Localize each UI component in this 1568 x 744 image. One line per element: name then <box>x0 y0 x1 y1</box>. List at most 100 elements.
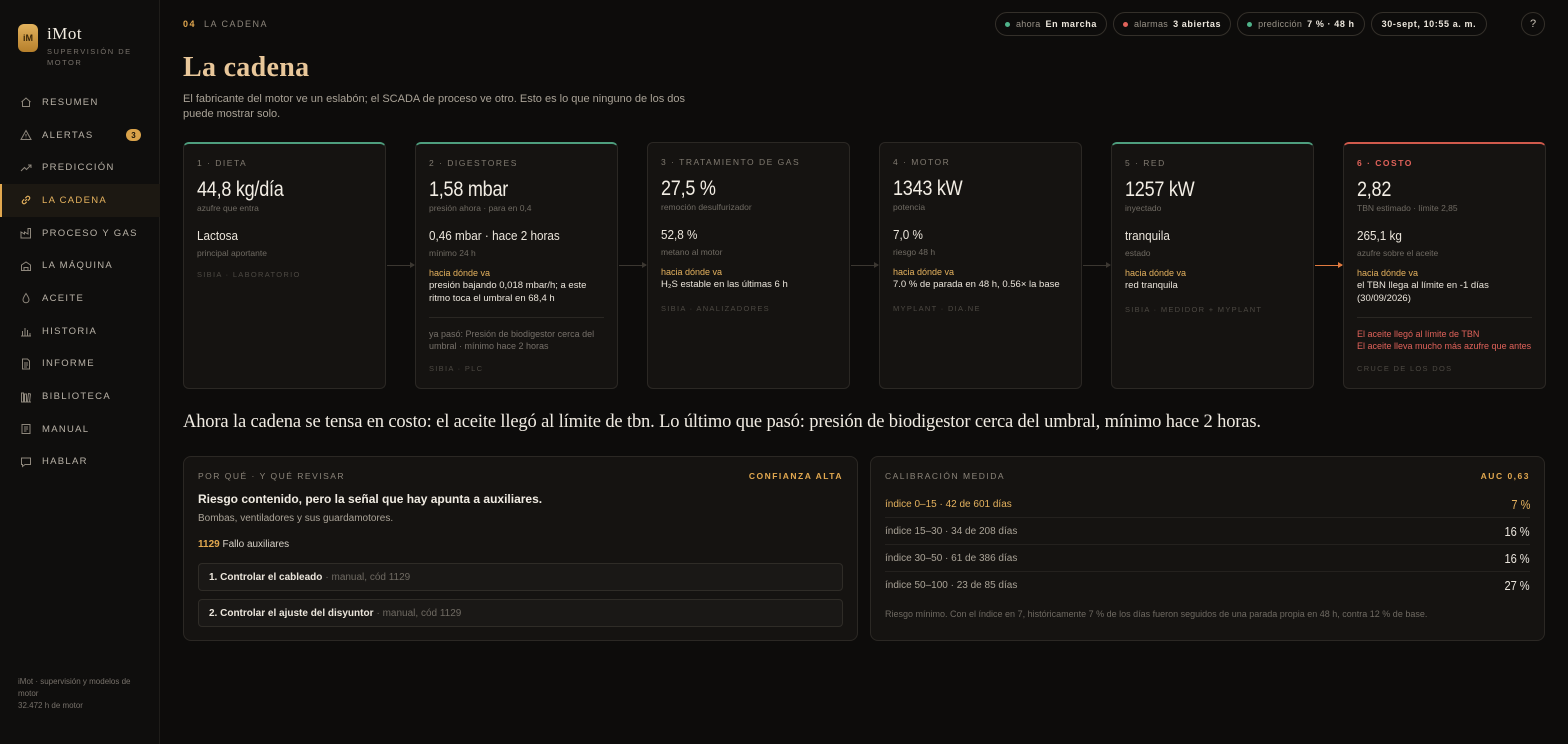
stage-value: 27,5 % <box>661 177 716 200</box>
stage-trend: presión bajando 0,018 mbar/h; a este rit… <box>429 280 587 304</box>
sidebar-item-label: PREDICCIÓN <box>42 162 115 174</box>
sidebar-item-la-cadena[interactable]: LA CADENA <box>0 184 160 217</box>
stage-card-costo[interactable]: 6 · COSTO 2,82 TBN estimado · límite 2,8… <box>1343 142 1546 389</box>
stage-value-caption: presión ahora · para en 0,4 <box>429 203 532 213</box>
stage-trend-label: hacia dónde va <box>1125 268 1187 278</box>
why-title: Riesgo contenido, pero la señal que hay … <box>198 492 543 506</box>
stage-trend: H₂S estable en las últimas 6 h <box>661 279 788 290</box>
calibration-row: índice 15–30 · 34 de 208 días 16 % <box>885 518 1530 545</box>
sidebar-item-informe[interactable]: INFORME <box>0 348 160 381</box>
stage-secondary: 52,8 % <box>661 227 698 242</box>
stage-trend-label: hacia dónde va <box>429 268 491 278</box>
status-prediction-pill[interactable]: predicción 7 % · 48 h <box>1237 12 1365 36</box>
stage-secondary: 7,0 % <box>893 227 923 242</box>
stage-card-digestores[interactable]: 2 · DIGESTORES 1,58 mbar presión ahora ·… <box>415 142 618 389</box>
stage-alert: El aceite lleva mucho más azufre que ant… <box>1357 341 1532 351</box>
breadcrumb-label: LA CADENA <box>204 19 269 29</box>
sidebar-item-proceso-y-gas[interactable]: PROCESO Y GAS <box>0 217 160 250</box>
stage-trend-label: hacia dónde va <box>661 267 723 277</box>
sidebar-item-prediccion[interactable]: PREDICCIÓN <box>0 151 160 184</box>
stage-secondary-caption: principal aportante <box>197 248 267 258</box>
sidebar-item-historia[interactable]: HISTORIA <box>0 315 160 348</box>
alert-icon <box>20 129 32 141</box>
stage-secondary: 265,1 kg <box>1357 228 1402 243</box>
sidebar-item-biblioteca[interactable]: BIBLIOTECA <box>0 380 160 413</box>
fault-code-number: 1129 <box>198 539 220 550</box>
alerts-count-badge: 3 <box>126 129 141 142</box>
link-icon <box>20 194 32 206</box>
drop-icon <box>20 292 32 304</box>
stage-secondary-caption: estado <box>1125 248 1151 258</box>
status-prediction-value: 7 % · 48 h <box>1307 19 1355 29</box>
stage-secondary: Lactosa <box>197 228 238 243</box>
stage-label: 1 · DIETA <box>197 158 248 168</box>
status-dot <box>1005 21 1010 27</box>
calibration-row-label: índice 0–15 · 42 de 601 días <box>885 498 1012 510</box>
sidebar-item-aceite[interactable]: ACEITE <box>0 282 160 315</box>
stage-trend: el TBN llega al límite en -1 días (30/09… <box>1357 280 1489 304</box>
sidebar-item-alertas[interactable]: ALERTAS 3 <box>0 119 160 152</box>
stage-label: 3 · TRATAMIENTO DE GAS <box>661 157 801 167</box>
check-item-disyuntor[interactable]: 2. Controlar el ajuste del disyuntor · m… <box>198 599 843 627</box>
logo-badge: iM <box>18 24 38 52</box>
sidebar-item-manual[interactable]: MANUAL <box>0 413 160 446</box>
stage-value: 2,82 <box>1357 178 1392 201</box>
stage-trend: red tranquila <box>1125 280 1178 291</box>
calibration-row: índice 50–100 · 23 de 85 días 27 % <box>885 572 1530 599</box>
breadcrumb: 04 LA CADENA <box>183 19 268 29</box>
stage-card-red[interactable]: 5 · RED 1257 kW inyectado tranquila esta… <box>1111 142 1314 389</box>
sidebar-item-hablar[interactable]: HABLAR <box>0 446 160 479</box>
stage-secondary-caption: riesgo 48 h <box>893 247 936 257</box>
stage-source: SIBIA · ANALIZADORES <box>661 303 770 313</box>
sidebar-item-label: ACEITE <box>42 292 85 304</box>
stage-label: 4 · MOTOR <box>893 157 951 167</box>
page-description: El fabricante del motor ve un eslabón; e… <box>183 93 686 120</box>
calibration-row-label: índice 30–50 · 61 de 386 días <box>885 552 1018 564</box>
stage-value: 1257 kW <box>1125 178 1195 201</box>
sidebar-footer: iMot · supervisión y modelos de motor 32… <box>18 676 143 712</box>
manual-icon <box>20 423 32 435</box>
stage-source: MYPLANT · DIA.NE <box>893 303 981 313</box>
auc-badge: AUC 0,63 <box>1480 471 1530 481</box>
stage-secondary-caption: mínimo 24 h <box>429 248 476 258</box>
fault-code-label: Fallo auxiliares <box>222 539 290 550</box>
stage-card-motor[interactable]: 4 · MOTOR 1343 kW potencia 7,0 % riesgo … <box>879 142 1082 389</box>
chat-icon <box>20 456 32 468</box>
stage-card-dieta[interactable]: 1 · DIETA 44,8 kg/día azufre que entra L… <box>183 142 386 389</box>
sidebar-item-la-maquina[interactable]: LA MÁQUINA <box>0 249 160 282</box>
stage-value: 44,8 kg/día <box>197 178 284 201</box>
trend-icon <box>20 162 32 174</box>
date-pill[interactable]: 30-sept, 10:55 a. m. <box>1370 12 1488 36</box>
sidebar-item-resumen[interactable]: RESUMEN <box>0 86 160 119</box>
chain-connector <box>851 262 879 268</box>
status-now-pill[interactable]: ahora En marcha <box>995 12 1107 36</box>
sidebar-item-label: RESUMEN <box>42 96 99 108</box>
logo[interactable]: iM iMot SUPERVISIÓN DE MOTOR <box>18 24 139 68</box>
page-title: La cadena <box>183 52 310 83</box>
stage-value-caption: TBN estimado · límite 2,85 <box>1357 203 1458 213</box>
check-item-cableado[interactable]: 1. Controlar el cableado · manual, cód 1… <box>198 563 843 591</box>
calibration-row-label: índice 15–30 · 34 de 208 días <box>885 525 1018 537</box>
sidebar-item-label: HABLAR <box>42 456 88 468</box>
status-alarms-value: 3 abiertas <box>1173 19 1222 29</box>
divider <box>429 317 604 318</box>
sidebar-item-label: LA MÁQUINA <box>42 260 114 272</box>
chain-connector <box>1083 262 1111 268</box>
status-now-value: En marcha <box>1045 19 1097 29</box>
status-now-label: ahora <box>1016 19 1041 29</box>
fault-code: 1129 Fallo auxiliares <box>198 539 289 550</box>
calibration-panel-header: CALIBRACIÓN MEDIDA AUC 0,63 <box>885 471 1530 481</box>
status-alarms-pill[interactable]: alarmas 3 abiertas <box>1112 12 1232 36</box>
home-icon <box>20 96 32 108</box>
stage-card-tratamiento-de-gas[interactable]: 3 · TRATAMIENTO DE GAS 27,5 % remoción d… <box>647 142 850 389</box>
help-button[interactable]: ? <box>1521 12 1545 36</box>
stage-secondary: tranquila <box>1125 228 1170 243</box>
app-subtitle: SUPERVISIÓN DE MOTOR <box>47 47 132 67</box>
sidebar-item-label: BIBLIOTECA <box>42 391 111 403</box>
stage-secondary-caption: metano al motor <box>661 247 723 257</box>
footer-line-1: iMot · supervisión y modelos de motor <box>18 677 131 698</box>
calibration-row-pct: 16 % <box>1504 550 1530 566</box>
stage-source: SIBIA · LABORATORIO <box>197 270 301 279</box>
sidebar-item-label: INFORME <box>42 358 95 370</box>
calibration-row: índice 30–50 · 61 de 386 días 16 % <box>885 545 1530 572</box>
